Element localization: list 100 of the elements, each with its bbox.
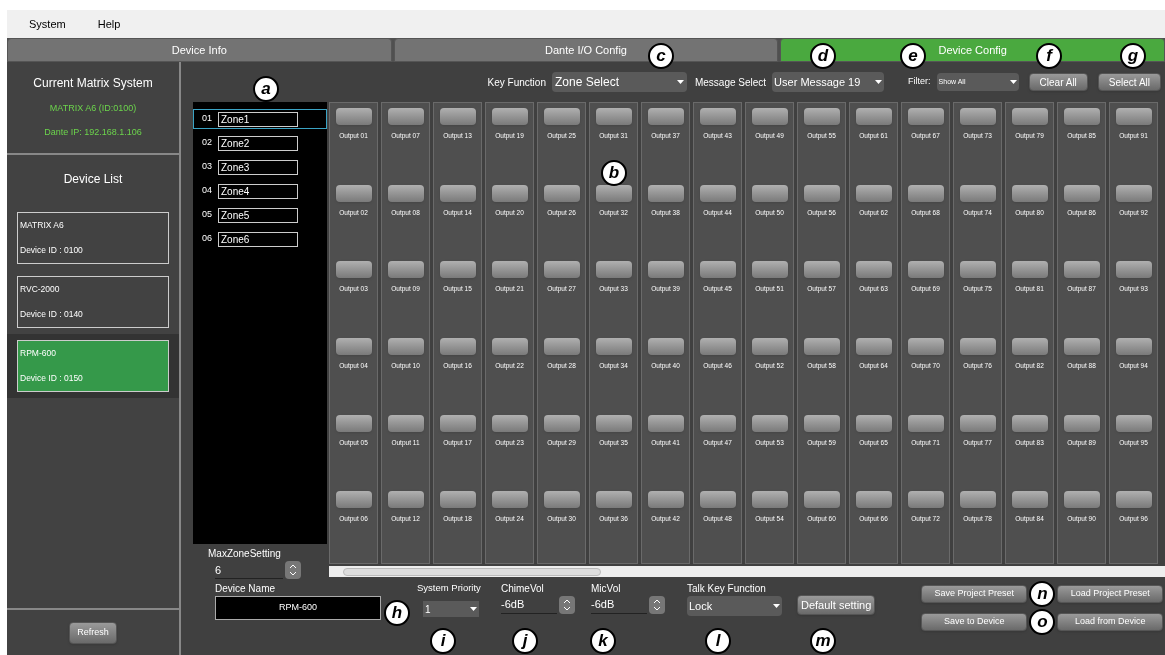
- output-button[interactable]: [543, 108, 580, 125]
- output-button[interactable]: [595, 491, 632, 509]
- output-button[interactable]: [959, 108, 996, 125]
- output-button[interactable]: [751, 261, 788, 279]
- output-button[interactable]: [855, 491, 892, 509]
- spinner-arrows[interactable]: [285, 561, 301, 579]
- output-button[interactable]: [803, 261, 840, 279]
- scrollbar-thumb[interactable]: [343, 567, 601, 576]
- max-zone-field[interactable]: 6: [215, 561, 283, 579]
- zone-name-field[interactable]: Zone6: [218, 231, 298, 247]
- output-button[interactable]: [335, 261, 372, 279]
- output-button[interactable]: [907, 414, 944, 432]
- output-button[interactable]: [439, 338, 476, 355]
- output-button[interactable]: [1063, 338, 1100, 355]
- output-button[interactable]: [751, 108, 788, 125]
- output-button[interactable]: [959, 261, 996, 279]
- zone-name-field[interactable]: Zone1: [218, 111, 298, 127]
- output-button[interactable]: [959, 491, 996, 509]
- output-button[interactable]: [1063, 491, 1100, 509]
- output-button[interactable]: [387, 184, 424, 202]
- output-button[interactable]: [803, 184, 840, 202]
- output-button[interactable]: [1011, 108, 1048, 125]
- message-select-dropdown[interactable]: User Message 19: [772, 72, 885, 92]
- output-button[interactable]: [491, 338, 528, 355]
- output-button[interactable]: [595, 184, 632, 202]
- output-button[interactable]: [439, 491, 476, 509]
- output-button[interactable]: [803, 414, 840, 432]
- output-button[interactable]: [855, 184, 892, 202]
- output-button[interactable]: [335, 491, 372, 509]
- output-button[interactable]: [647, 338, 684, 355]
- output-button[interactable]: [439, 184, 476, 202]
- menu-item[interactable]: Help: [97, 15, 121, 33]
- output-button[interactable]: [1115, 338, 1152, 355]
- system-priority-dropdown[interactable]: 1: [423, 601, 479, 618]
- preset-button[interactable]: Load Project Preset: [1057, 585, 1164, 603]
- output-button[interactable]: [491, 261, 528, 279]
- output-button[interactable]: [855, 414, 892, 432]
- output-button[interactable]: [907, 261, 944, 279]
- output-button[interactable]: [387, 108, 424, 125]
- output-button[interactable]: [335, 184, 372, 202]
- zone-row[interactable]: 05 Zone5: [193, 205, 327, 225]
- output-button[interactable]: [595, 108, 632, 125]
- output-button[interactable]: [491, 108, 528, 125]
- output-button[interactable]: [1063, 184, 1100, 202]
- output-button[interactable]: [699, 414, 736, 432]
- output-button[interactable]: [1115, 108, 1152, 125]
- mic-volume-field[interactable]: -6dB: [591, 596, 647, 614]
- output-button[interactable]: [335, 414, 372, 432]
- output-button[interactable]: [439, 108, 476, 125]
- output-button[interactable]: [1011, 414, 1048, 432]
- device-card[interactable]: RPM-600 Device ID : 0150: [17, 340, 169, 392]
- output-button[interactable]: [1011, 491, 1048, 509]
- device-card[interactable]: RVC-2000 Device ID : 0140: [17, 276, 169, 328]
- output-button[interactable]: [595, 414, 632, 432]
- output-button[interactable]: [647, 491, 684, 509]
- output-button[interactable]: [1011, 261, 1048, 279]
- output-button[interactable]: [1115, 414, 1152, 432]
- output-button[interactable]: [491, 491, 528, 509]
- zone-row[interactable]: 03 Zone3: [193, 157, 327, 177]
- device-card[interactable]: MATRIX A6 Device ID : 0100: [17, 212, 169, 264]
- output-button[interactable]: [387, 414, 424, 432]
- output-button[interactable]: [439, 261, 476, 279]
- output-button[interactable]: [647, 261, 684, 279]
- output-button[interactable]: [699, 338, 736, 355]
- chime-volume-field[interactable]: -6dB: [501, 596, 557, 614]
- output-button[interactable]: [387, 261, 424, 279]
- output-button[interactable]: [543, 491, 580, 509]
- zone-name-field[interactable]: Zone4: [218, 183, 298, 199]
- output-button[interactable]: [335, 338, 372, 355]
- output-button[interactable]: [959, 414, 996, 432]
- output-button[interactable]: [855, 261, 892, 279]
- output-button[interactable]: [803, 491, 840, 509]
- output-button[interactable]: [387, 338, 424, 355]
- talk-key-dropdown[interactable]: Lock: [687, 596, 782, 616]
- output-button[interactable]: [647, 414, 684, 432]
- zone-row[interactable]: 02 Zone2: [193, 133, 327, 153]
- output-button[interactable]: [907, 338, 944, 355]
- output-button[interactable]: [699, 261, 736, 279]
- zone-row[interactable]: 04 Zone4: [193, 181, 327, 201]
- output-button[interactable]: [699, 108, 736, 125]
- output-button[interactable]: [543, 184, 580, 202]
- zone-name-field[interactable]: Zone5: [218, 207, 298, 223]
- output-button[interactable]: [751, 414, 788, 432]
- zone-row[interactable]: 06 Zone6: [193, 229, 327, 249]
- output-button[interactable]: [959, 338, 996, 355]
- output-button[interactable]: [1115, 261, 1152, 279]
- output-button[interactable]: [439, 414, 476, 432]
- output-button[interactable]: [543, 261, 580, 279]
- spinner-arrows[interactable]: [559, 596, 575, 614]
- output-button[interactable]: [699, 184, 736, 202]
- zone-row[interactable]: 01 Zone1: [193, 109, 327, 129]
- output-button[interactable]: [699, 491, 736, 509]
- output-button[interactable]: [491, 184, 528, 202]
- output-button[interactable]: [959, 184, 996, 202]
- output-button[interactable]: [387, 491, 424, 509]
- preset-button[interactable]: Load from Device: [1057, 613, 1164, 631]
- refresh-button[interactable]: Refresh: [69, 621, 117, 644]
- output-button[interactable]: [907, 491, 944, 509]
- device-name-field[interactable]: RPM-600: [215, 596, 381, 620]
- output-button[interactable]: [1115, 184, 1152, 202]
